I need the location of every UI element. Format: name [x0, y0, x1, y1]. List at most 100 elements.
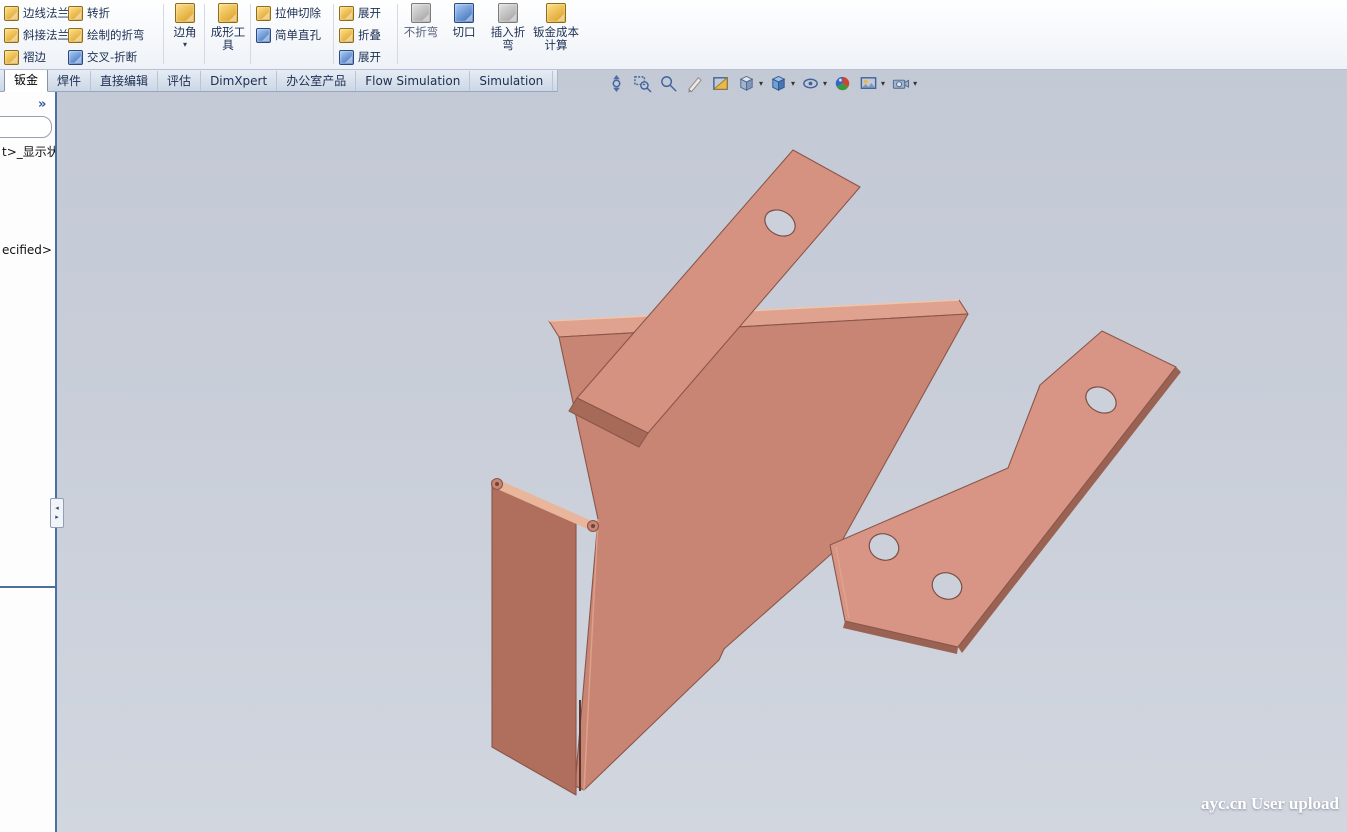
hem-icon: [4, 50, 19, 65]
hem-label: 褶边: [23, 49, 46, 65]
cut-group: 拉伸切除 简单直孔: [254, 0, 321, 46]
cross-break-label: 交叉-折断: [87, 49, 137, 65]
tab-evaluate[interactable]: 评估: [158, 71, 201, 91]
fold-button[interactable]: 折叠: [337, 24, 381, 46]
splitter-right-arrow-icon: ▸: [55, 513, 59, 522]
rip-icon: [454, 3, 474, 23]
sheet-metal-part[interactable]: [492, 150, 1182, 795]
unfold-label: 展开: [358, 5, 381, 21]
insert-bends-label: 插入折弯: [486, 26, 530, 52]
tab-office-products[interactable]: 办公室产品: [277, 71, 356, 91]
bend-group: 转折 绘制的折弯 交叉-折断: [66, 0, 145, 68]
toolbar-separator: [163, 4, 164, 64]
rip-label: 切口: [453, 26, 476, 39]
view-orientation-icon[interactable]: [736, 73, 757, 93]
extruded-cut-icon: [256, 6, 271, 21]
corner-caret-icon[interactable]: ▾: [183, 41, 187, 49]
forming-tools-label: 成形工具: [207, 26, 249, 52]
view-settings-caret-icon[interactable]: ▾: [913, 79, 917, 88]
cross-break-icon: [68, 50, 83, 65]
tree-item-display-state[interactable]: t>_显示状: [2, 143, 57, 160]
extruded-cut-button[interactable]: 拉伸切除: [254, 2, 321, 24]
view-orientation-caret-icon[interactable]: ▾: [759, 79, 763, 88]
flatten-button[interactable]: 展开: [337, 46, 381, 68]
panel-expand-chevron-icon[interactable]: »: [38, 97, 46, 112]
solidworks-window: 边线法兰 斜接法兰 褶边 转折 绘制的折弯 交叉-折断: [0, 0, 1347, 832]
panel-splitter-handle[interactable]: ◂ ▸: [50, 498, 64, 528]
costing-label: 钣金成本计算: [533, 26, 579, 52]
toolbar-separator: [333, 4, 334, 64]
hide-show-items-caret-icon[interactable]: ▾: [823, 79, 827, 88]
toolbar-separator: [204, 4, 205, 64]
simple-hole-label: 简单直孔: [275, 27, 321, 43]
toolbar-separator: [250, 4, 251, 64]
hide-show-items-icon[interactable]: [800, 73, 821, 93]
fold-icon: [339, 28, 354, 43]
zoom-icon[interactable]: [658, 73, 679, 93]
section-view-icon[interactable]: [710, 73, 731, 93]
panel-divider: [0, 586, 55, 588]
feature-search-input[interactable]: [0, 116, 52, 138]
command-ribbon: 边线法兰 斜接法兰 褶边 转折 绘制的折弯 交叉-折断: [0, 0, 1347, 70]
feature-panel: » t>_显示状 ecified>: [0, 91, 57, 832]
tree-item-not-specified[interactable]: ecified>: [2, 243, 52, 257]
model-hem-curl-left-core: [495, 482, 499, 486]
graphics-viewport[interactable]: [0, 69, 1347, 832]
rip-button[interactable]: 切口: [446, 3, 482, 39]
splitter-left-arrow-icon: ◂: [55, 504, 59, 513]
display-style-caret-icon[interactable]: ▾: [791, 79, 795, 88]
unfold-button[interactable]: 展开: [337, 2, 381, 24]
display-style-icon[interactable]: [768, 73, 789, 93]
no-bends-icon: [411, 3, 431, 23]
flatten-label: 展开: [358, 49, 381, 65]
zoom-to-fit-icon[interactable]: [606, 73, 627, 93]
fold-group: 展开 折叠 展开: [337, 0, 381, 68]
forming-tools-icon: [218, 3, 238, 23]
extruded-cut-label: 拉伸切除: [275, 5, 321, 21]
edge-flange-button[interactable]: 边线法兰: [2, 2, 69, 24]
tab-dimxpert[interactable]: DimXpert: [201, 71, 277, 91]
miter-flange-button[interactable]: 斜接法兰: [2, 24, 69, 46]
edge-flange-icon: [4, 6, 19, 21]
no-bends-button[interactable]: 不折弯: [400, 3, 442, 39]
tab-weldments[interactable]: 焊件: [48, 71, 91, 91]
model-canvas[interactable]: [0, 69, 1347, 832]
no-bends-label: 不折弯: [404, 26, 439, 39]
forming-tools-button[interactable]: 成形工具: [207, 3, 249, 52]
previous-view-icon[interactable]: [684, 73, 705, 93]
watermark-text: ayc.cn User upload: [1201, 794, 1339, 814]
tab-sheet-metal[interactable]: 钣金: [4, 69, 48, 92]
costing-button[interactable]: 钣金成本计算: [533, 3, 579, 52]
fold-label: 折叠: [358, 27, 381, 43]
corner-button[interactable]: 边角 ▾: [167, 3, 203, 49]
simple-hole-icon: [256, 28, 271, 43]
tab-direct-editing[interactable]: 直接编辑: [91, 71, 158, 91]
corner-icon: [175, 3, 195, 23]
cross-break-button[interactable]: 交叉-折断: [66, 46, 145, 68]
edge-flange-label: 边线法兰: [23, 5, 69, 21]
jog-icon: [68, 6, 83, 21]
sketched-bend-button[interactable]: 绘制的折弯: [66, 24, 145, 46]
corner-label: 边角: [174, 26, 197, 39]
insert-bends-button[interactable]: 插入折弯: [486, 3, 530, 52]
jog-button[interactable]: 转折: [66, 2, 145, 24]
zoom-to-area-icon[interactable]: [632, 73, 653, 93]
apply-scene-caret-icon[interactable]: ▾: [881, 79, 885, 88]
miter-flange-label: 斜接法兰: [23, 27, 69, 43]
tab-simulation[interactable]: Simulation: [470, 71, 553, 91]
unfold-icon: [339, 6, 354, 21]
tab-flow-simulation[interactable]: Flow Simulation: [356, 71, 470, 91]
model-hem-curl-right-core: [591, 524, 595, 528]
sketched-bend-icon: [68, 28, 83, 43]
sketched-bend-label: 绘制的折弯: [87, 27, 145, 43]
edit-appearance-icon[interactable]: [832, 73, 853, 93]
model-side-flange-face[interactable]: [492, 481, 576, 795]
apply-scene-icon[interactable]: [858, 73, 879, 93]
jog-label: 转折: [87, 5, 110, 21]
view-settings-icon[interactable]: [890, 73, 911, 93]
costing-icon: [546, 3, 566, 23]
heads-up-toolbar: ▾ ▾ ▾ ▾ ▾: [606, 72, 917, 94]
simple-hole-button[interactable]: 简单直孔: [254, 24, 321, 46]
hem-button[interactable]: 褶边: [2, 46, 69, 68]
miter-flange-icon: [4, 28, 19, 43]
